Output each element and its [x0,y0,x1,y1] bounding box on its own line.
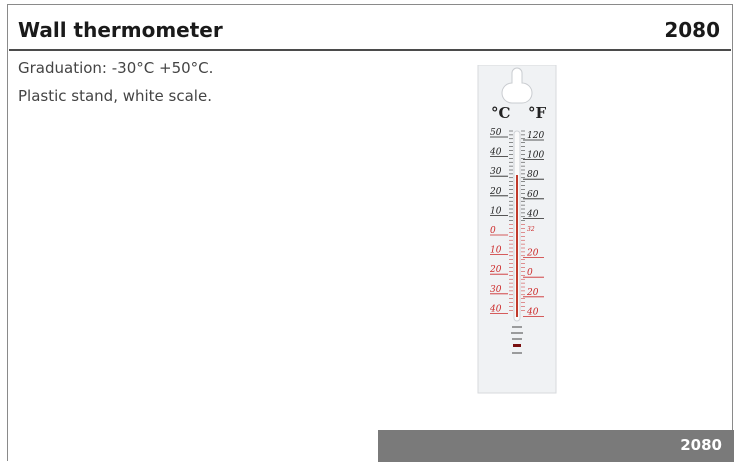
product-title: Wall thermometer [18,18,223,42]
celsius-label: 40 [489,304,502,314]
footer-product-code: 2080 [680,436,722,454]
fahrenheit-label: 40 [526,209,539,219]
description-line-graduation: Graduation: -30°C +50°C. [18,59,214,77]
fahrenheit-label: 0 [527,268,533,278]
fahrenheit-label: 40 [526,307,539,317]
fahrenheit-label: 120 [527,131,544,141]
celsius-label: 50 [490,128,502,138]
product-code: 2080 [664,18,720,42]
celsius-label: 30 [490,167,502,177]
celsius-label: 0 [490,226,496,236]
product-description: Graduation: -30°C +50°C. Plastic stand, … [18,54,213,110]
celsius-label: 40 [489,148,502,158]
celsius-label: 20 [489,187,502,197]
title-divider [9,49,731,51]
celsius-label: 30 [490,285,502,295]
celsius-label: 10 [490,246,502,256]
fahrenheit-label: 20 [526,249,539,259]
fahrenheit-label: 32 [527,226,535,233]
description-line-material: Plastic stand, white scale. [18,87,212,105]
thermometer-image: °C °F 5040302010010203040120100806040322… [477,65,557,394]
fahrenheit-label: 60 [527,190,539,200]
fahrenheit-label: 80 [527,170,539,180]
fahrenheit-label: 100 [527,151,544,161]
product-card: Wall thermometer 2080 Graduation: -30°C … [7,4,734,462]
celsius-unit: °C [491,104,511,122]
product-code-footer: 2080 [378,430,734,462]
celsius-label: 10 [490,206,502,216]
fahrenheit-label: 20 [526,288,539,298]
fahrenheit-unit: °F [528,104,547,122]
celsius-label: 20 [489,265,502,275]
